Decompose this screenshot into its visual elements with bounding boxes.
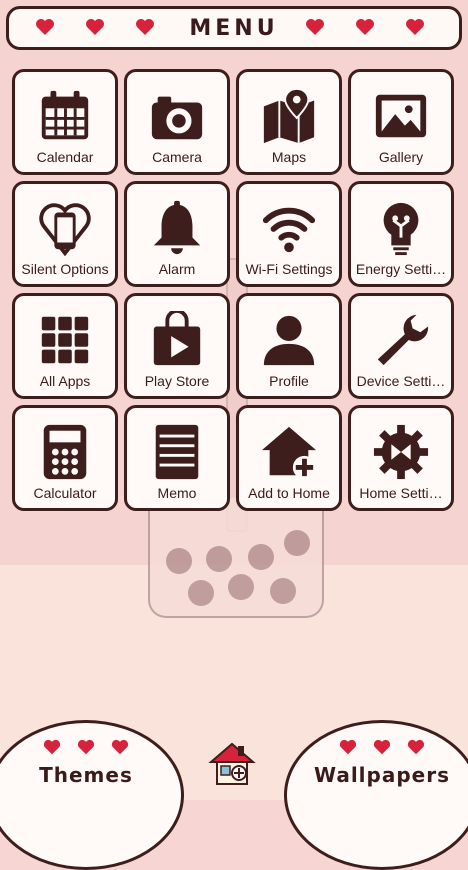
heart-icon bbox=[339, 739, 357, 755]
boba-cup bbox=[148, 498, 324, 618]
menu-title: MENU bbox=[189, 15, 279, 41]
heart-icon bbox=[111, 739, 129, 755]
menu-header: MENU bbox=[6, 6, 462, 50]
app-label: Alarm bbox=[158, 261, 196, 277]
heart-icon bbox=[305, 18, 325, 36]
app-label: Maps bbox=[271, 149, 307, 165]
heart-icon bbox=[85, 18, 105, 36]
app-label: Play Store bbox=[144, 373, 210, 389]
home-house-icon[interactable] bbox=[207, 740, 257, 788]
lightbulb-icon bbox=[369, 196, 433, 260]
app-label: Profile bbox=[269, 373, 309, 389]
app-tile-silent-options[interactable]: Silent Options bbox=[12, 181, 118, 287]
themes-label: Themes bbox=[39, 763, 133, 787]
app-label: Energy Setti… bbox=[355, 261, 447, 277]
image-icon bbox=[369, 84, 433, 148]
wallpapers-button[interactable]: Wallpapers bbox=[284, 720, 468, 870]
app-tile-all-apps[interactable]: All Apps bbox=[12, 293, 118, 399]
heart-icon bbox=[77, 739, 95, 755]
heart-icon bbox=[35, 18, 55, 36]
notepad-icon bbox=[145, 420, 209, 484]
app-label: Home Setti… bbox=[359, 485, 443, 501]
app-tile-calculator[interactable]: Calculator bbox=[12, 405, 118, 511]
wallpapers-label: Wallpapers bbox=[313, 763, 450, 787]
person-icon bbox=[257, 308, 321, 372]
app-tile-device-settings[interactable]: Device Setti… bbox=[348, 293, 454, 399]
wrench-icon bbox=[369, 308, 433, 372]
store-bag-play-icon bbox=[145, 308, 209, 372]
boba-pearl bbox=[248, 544, 274, 570]
boba-pearl bbox=[206, 546, 232, 572]
app-label: Calendar bbox=[36, 149, 94, 165]
app-tile-alarm[interactable]: Alarm bbox=[124, 181, 230, 287]
camera-icon bbox=[145, 84, 209, 148]
hearts-decoration bbox=[287, 739, 468, 755]
app-label: Silent Options bbox=[21, 261, 109, 277]
heart-icon bbox=[135, 18, 155, 36]
calendar-icon bbox=[33, 84, 97, 148]
map-pin-icon bbox=[257, 84, 321, 148]
app-tile-play-store[interactable]: Play Store bbox=[124, 293, 230, 399]
app-label: Gallery bbox=[378, 149, 424, 165]
app-grid: Calendar Camera Maps Gallery Silent Opti… bbox=[12, 69, 458, 511]
phone-heart-icon bbox=[33, 196, 97, 260]
heart-icon bbox=[43, 739, 61, 755]
app-tile-wifi-settings[interactable]: Wi-Fi Settings bbox=[236, 181, 342, 287]
app-label: Memo bbox=[157, 485, 197, 501]
boba-pearl bbox=[188, 580, 214, 606]
grid-icon bbox=[33, 308, 97, 372]
app-tile-profile[interactable]: Profile bbox=[236, 293, 342, 399]
app-label: Device Setti… bbox=[356, 373, 446, 389]
boba-pearl bbox=[166, 548, 192, 574]
app-tile-memo[interactable]: Memo bbox=[124, 405, 230, 511]
gear-icon bbox=[369, 420, 433, 484]
home-plus-icon bbox=[257, 420, 321, 484]
app-label: Calculator bbox=[33, 485, 97, 501]
hearts-decoration bbox=[0, 739, 181, 755]
heart-icon bbox=[407, 739, 425, 755]
wifi-icon bbox=[257, 196, 321, 260]
boba-pearl bbox=[270, 578, 296, 604]
bell-icon bbox=[145, 196, 209, 260]
app-tile-calendar[interactable]: Calendar bbox=[12, 69, 118, 175]
heart-icon bbox=[355, 18, 375, 36]
app-label: All Apps bbox=[39, 373, 91, 389]
app-label: Add to Home bbox=[248, 485, 330, 501]
heart-icon bbox=[373, 739, 391, 755]
app-tile-add-to-home[interactable]: Add to Home bbox=[236, 405, 342, 511]
calculator-icon bbox=[33, 420, 97, 484]
boba-pearl bbox=[284, 530, 310, 556]
app-tile-energy-settings[interactable]: Energy Setti… bbox=[348, 181, 454, 287]
boba-pearl bbox=[228, 574, 254, 600]
heart-icon bbox=[405, 18, 425, 36]
app-tile-home-settings[interactable]: Home Setti… bbox=[348, 405, 454, 511]
app-tile-camera[interactable]: Camera bbox=[124, 69, 230, 175]
app-tile-maps[interactable]: Maps bbox=[236, 69, 342, 175]
themes-button[interactable]: Themes bbox=[0, 720, 184, 870]
app-label: Wi-Fi Settings bbox=[245, 261, 333, 277]
app-label: Camera bbox=[152, 149, 202, 165]
app-tile-gallery[interactable]: Gallery bbox=[348, 69, 454, 175]
